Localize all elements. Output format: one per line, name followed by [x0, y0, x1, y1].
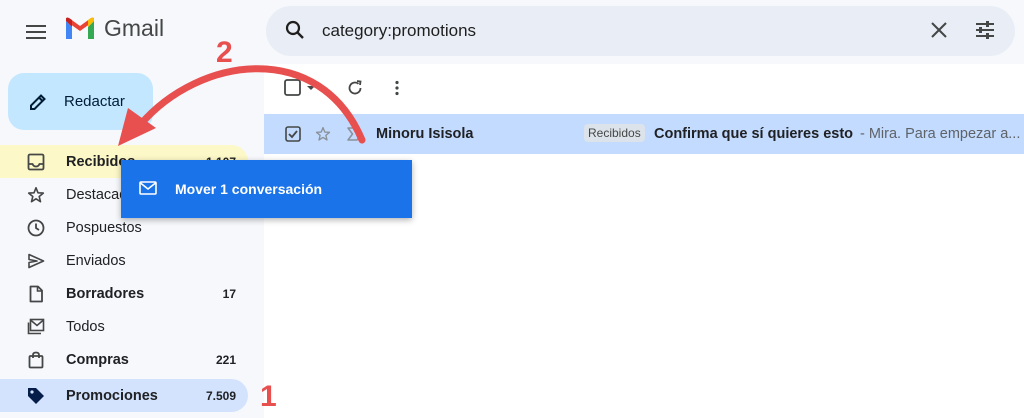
sidebar-item-label: Todos — [66, 318, 105, 335]
search-input[interactable] — [322, 18, 922, 44]
shopping-bag-icon — [28, 351, 44, 368]
annotation-step-two: 2 — [216, 36, 233, 69]
sidebar-item-count: 221 — [215, 352, 236, 367]
sidebar-item-borradores[interactable]: Borradores 17 — [0, 277, 248, 310]
sidebar-item-label: Borradores — [66, 285, 145, 302]
sidebar-item-count: 17 — [222, 286, 236, 301]
search-icon — [285, 20, 304, 39]
list-toolbar — [264, 64, 1024, 112]
sidebar-item-count: 7.509 — [205, 388, 236, 403]
sidebar-item-label: Enviados — [66, 252, 126, 269]
refresh-icon[interactable] — [346, 79, 364, 97]
clock-icon — [27, 219, 45, 236]
select-checkbox-icon[interactable] — [284, 79, 320, 97]
sidebar-item-label: Promociones — [66, 387, 158, 404]
email-subject: Confirma que sí quieres esto — [654, 126, 854, 142]
search-bar[interactable] — [266, 6, 1015, 56]
gmail-logo[interactable]: Gmail — [64, 15, 164, 42]
sidebar-item-label: Pospuestos — [66, 219, 142, 236]
search-options-icon — [976, 21, 994, 39]
draft-icon — [29, 285, 43, 302]
sidebar-item-enviados[interactable]: Enviados — [0, 244, 248, 277]
sidebar-item-promociones[interactable]: Promociones 7.509 — [0, 379, 248, 412]
annotation-step-one: 1 — [260, 380, 277, 413]
all-mail-icon — [27, 318, 45, 334]
email-sender: Minoru Isisola — [376, 126, 474, 142]
more-vertical-icon[interactable] — [388, 79, 406, 97]
star-icon — [27, 186, 45, 202]
sidebar-item-compras[interactable]: Compras 221 — [0, 343, 248, 376]
message-list-panel: Minoru Isisola Recibidos Confirma que sí… — [264, 64, 1024, 418]
app-name: Gmail — [104, 15, 165, 41]
main-menu-button[interactable] — [22, 18, 50, 46]
drag-move-tooltip: Mover 1 conversación — [121, 160, 412, 218]
hamburger-menu-icon — [26, 25, 46, 39]
gmail-m-icon — [66, 17, 94, 39]
close-icon — [931, 22, 947, 38]
sidebar-item-todos[interactable]: Todos — [0, 310, 248, 343]
inbox-icon — [27, 153, 45, 170]
star-icon[interactable] — [315, 126, 331, 142]
top-bar: Gmail — [0, 0, 1024, 64]
checked-checkbox-icon[interactable] — [285, 126, 301, 142]
drag-move-label: Mover 1 conversación — [175, 181, 323, 197]
compose-label: Redactar — [64, 93, 125, 110]
email-label-badge[interactable]: Recibidos — [584, 124, 645, 142]
send-icon — [28, 253, 45, 268]
sidebar-item-label: Compras — [66, 351, 129, 368]
pencil-icon — [30, 93, 46, 110]
important-marker-icon[interactable] — [346, 126, 364, 142]
email-snippet: - Mira. Para empezar a... — [860, 126, 1021, 142]
envelope-icon — [139, 181, 157, 195]
email-row[interactable]: Minoru Isisola Recibidos Confirma que sí… — [264, 114, 1024, 154]
tag-icon — [28, 387, 44, 404]
compose-button[interactable]: Redactar — [8, 73, 153, 130]
